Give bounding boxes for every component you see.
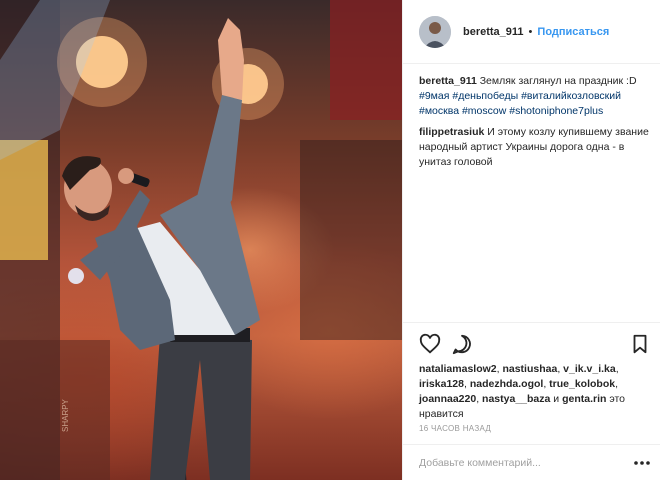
bookmark-icon[interactable] <box>629 333 651 355</box>
comment-author[interactable]: filippetrasiuk <box>419 126 484 138</box>
post-author-username[interactable]: beretta_911 <box>463 26 524 38</box>
liker-username[interactable]: nataliamaslow2 <box>419 363 497 375</box>
hashtag-link[interactable]: #shotoniphone7plus <box>509 105 603 117</box>
heart-icon[interactable] <box>419 333 441 355</box>
stage-light-3 <box>68 268 84 284</box>
liker-username[interactable]: joannaa220 <box>419 393 476 405</box>
hashtag-link[interactable]: #moscow <box>462 105 506 117</box>
likes-and-word: и <box>553 393 560 405</box>
led-panel <box>0 140 48 260</box>
liker-username[interactable]: nastiushaa <box>502 363 557 375</box>
liker-username[interactable]: true_kolobok <box>549 378 615 390</box>
hashtag-link[interactable]: #деньпобеды <box>452 90 518 102</box>
stage-truss-right <box>300 140 402 340</box>
more-options-icon[interactable] <box>633 455 651 471</box>
hashtag-link[interactable]: #9мая <box>419 90 449 102</box>
comment-item: filippetrasiuk И этому козлу купившему з… <box>419 125 651 170</box>
liker-username[interactable]: genta.rin <box>562 393 606 405</box>
action-bar <box>403 322 660 362</box>
post-photo[interactable]: SHARPY <box>0 0 402 480</box>
stage-equipment <box>0 340 110 480</box>
liker-username[interactable]: nadezhda.ogol <box>470 378 544 390</box>
caption-author[interactable]: beretta_911 <box>419 75 477 87</box>
caption: beretta_911 Земляк заглянул на праздник … <box>419 74 651 119</box>
red-curtain <box>330 0 402 120</box>
stage-sign-text: SHARPY <box>61 398 70 432</box>
post-header: beretta_911 • Подписаться <box>403 0 660 64</box>
singer-raised-hand <box>218 18 244 100</box>
liker-username[interactable]: nastya__baza <box>482 393 550 405</box>
comment-bubble-icon[interactable] <box>451 333 473 355</box>
singer-mic-hand <box>118 168 134 184</box>
instagram-post: SHARPY beretta_911 • Подписаться beretta… <box>0 0 660 480</box>
concert-photo-illustration: SHARPY <box>0 0 402 480</box>
avatar-image <box>419 15 451 48</box>
post-details-panel: beretta_911 • Подписаться beretta_911 Зе… <box>402 0 660 480</box>
likes-summary: nataliamaslow2, nastiushaa, v_ik.v_i.ka,… <box>419 363 625 420</box>
liker-username[interactable]: iriska128 <box>419 378 464 390</box>
avatar[interactable] <box>419 15 451 48</box>
post-timestamp[interactable]: 16 часов назад <box>419 424 491 433</box>
caption-text: Земляк заглянул на праздник :D <box>476 75 637 87</box>
hashtag-link[interactable]: #виталийкозловский <box>521 90 621 102</box>
liker-username[interactable]: v_ik.v_i.ka <box>563 363 616 375</box>
comment-input[interactable] <box>419 455 619 471</box>
singer-trousers <box>150 335 252 480</box>
follow-button[interactable]: Подписаться <box>537 26 609 38</box>
header-separator: • <box>528 25 533 38</box>
add-comment-section <box>403 444 660 480</box>
singer-raised-arm <box>195 95 242 230</box>
hashtag-link[interactable]: #москва <box>419 105 459 117</box>
comments-list: beretta_911 Земляк заглянул на праздник … <box>419 74 651 176</box>
